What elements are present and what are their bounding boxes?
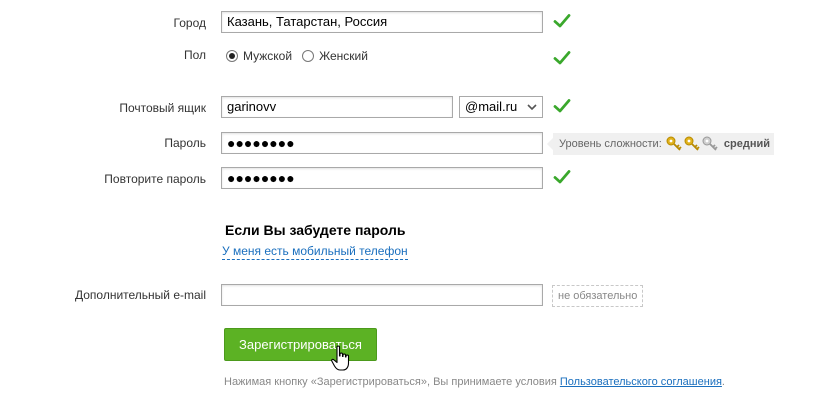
- extra-email-input[interactable]: [221, 284, 543, 306]
- optional-hint: не обязательно: [552, 285, 644, 307]
- gender-female-label[interactable]: Женский: [319, 49, 368, 63]
- strength-label: Уровень сложности:: [559, 138, 662, 150]
- password-strength-indicator: Уровень сложности: средний: [547, 133, 774, 155]
- key-icon: [666, 136, 718, 151]
- gender-check-icon: [553, 51, 571, 65]
- mobile-phone-link[interactable]: У меня есть мобильный телефон: [222, 244, 408, 260]
- gender-male-radio[interactable]: [226, 50, 238, 62]
- mailbox-input[interactable]: garinovv: [221, 96, 453, 118]
- city-check-icon: [553, 14, 571, 28]
- gender-male-label[interactable]: Мужской: [243, 49, 292, 63]
- terms-prefix: Нажимая кнопку «Зарегистрироваться», Вы …: [224, 376, 560, 388]
- hand-cursor-icon: [331, 345, 350, 371]
- terms-suffix: .: [721, 376, 725, 388]
- strength-value: средний: [723, 138, 770, 150]
- extra-email-label: Дополнительный e-mail: [74, 288, 206, 302]
- hint-arrow: [547, 138, 553, 150]
- terms-link[interactable]: Пользовательского соглашения: [560, 376, 722, 388]
- password-input[interactable]: ●●●●●●●●: [221, 132, 543, 154]
- terms-text: Нажимая кнопку «Зарегистрироваться», Вы …: [224, 376, 725, 388]
- mail-domain-value: @mail.ru: [465, 99, 518, 114]
- password-repeat-label: Повторите пароль: [104, 172, 206, 186]
- mail-domain-select[interactable]: @mail.ru: [459, 96, 543, 118]
- mailbox-check-icon: [553, 99, 571, 113]
- city-input[interactable]: Казань, Татарстан, Россия: [221, 11, 543, 33]
- gender-female-radio[interactable]: [302, 50, 315, 62]
- recovery-title: Если Вы забудете пароль: [225, 222, 406, 238]
- password-repeat-check-icon: [553, 170, 571, 184]
- mailbox-label: Почтовый ящик: [119, 101, 206, 115]
- password-repeat-input[interactable]: ●●●●●●●●: [221, 167, 543, 189]
- gender-label: Пол: [183, 48, 206, 62]
- city-label: Город: [173, 16, 206, 30]
- gender-radio-group: Мужской Женский: [226, 47, 368, 65]
- password-label: Пароль: [164, 136, 206, 150]
- chevron-down-icon: [527, 104, 537, 111]
- register-button[interactable]: Зарегистрироваться: [224, 328, 377, 361]
